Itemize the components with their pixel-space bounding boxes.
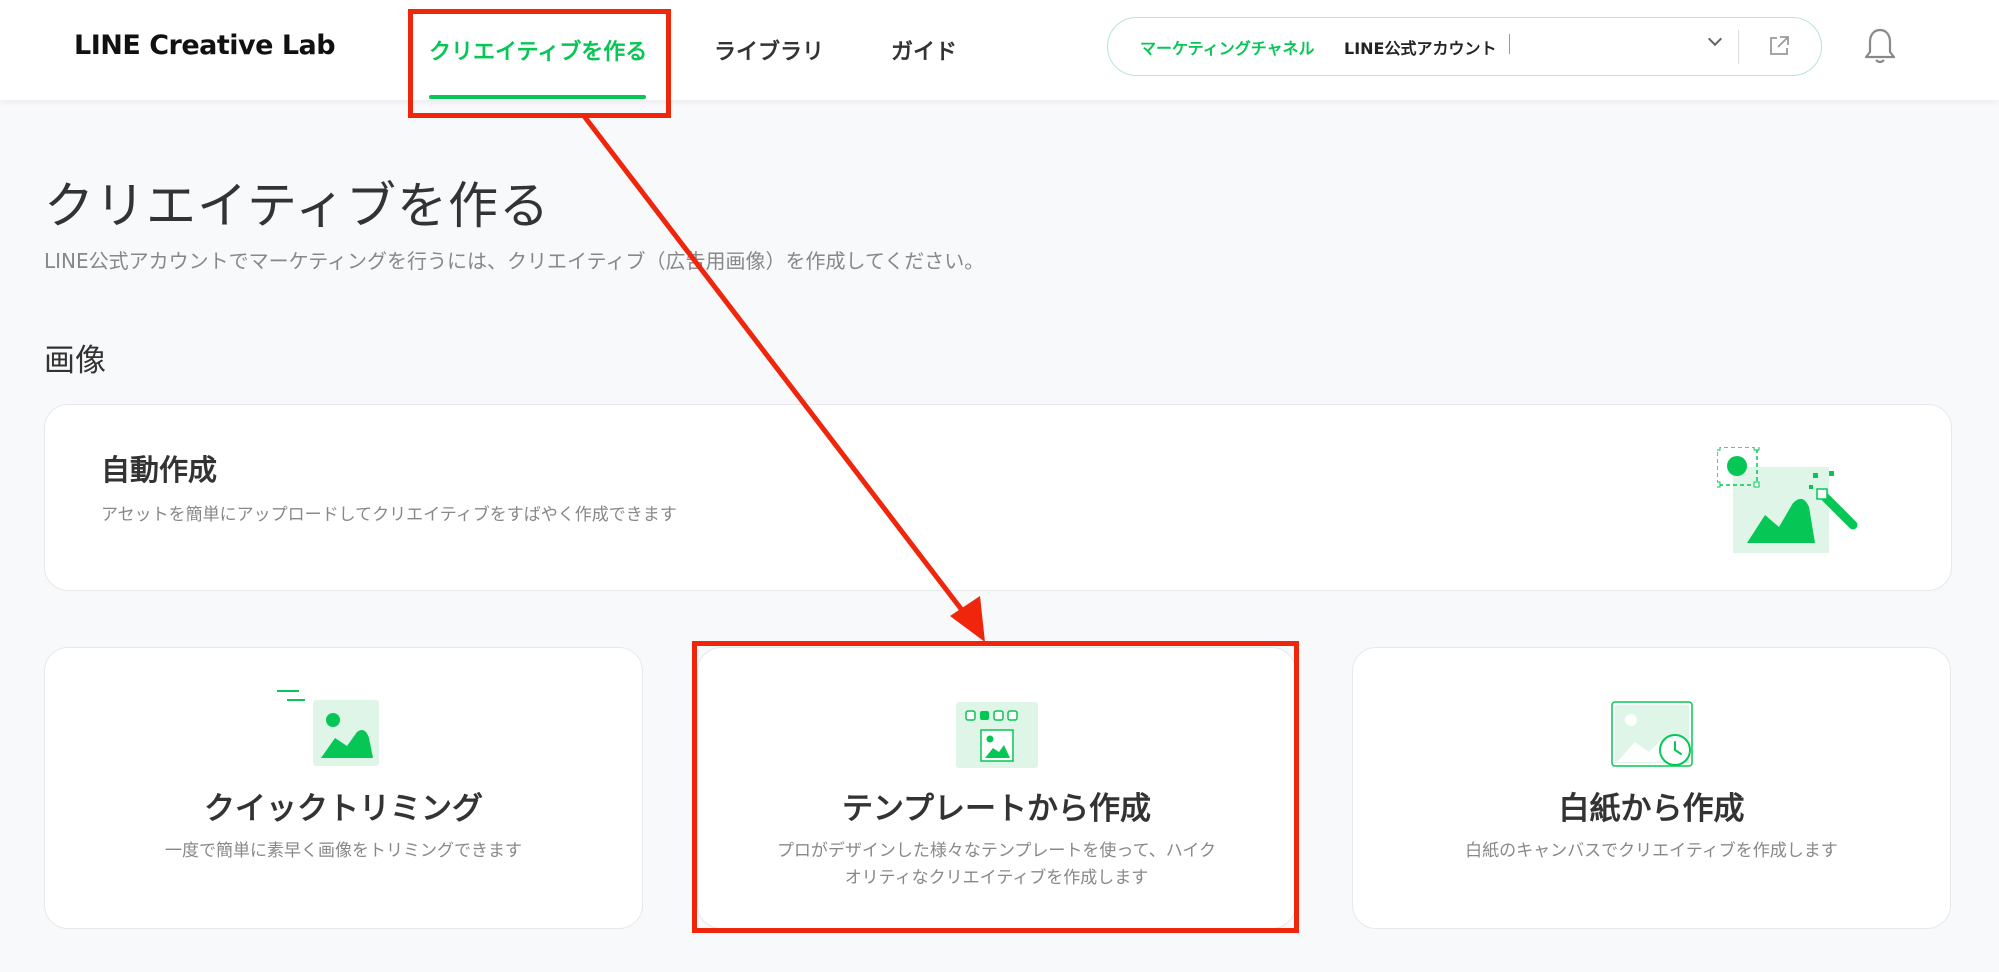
auto-create-desc: アセットを簡単にアップロードしてクリエイティブをすばやく作成できます xyxy=(101,505,677,525)
auto-create-title: 自動作成 xyxy=(101,453,218,487)
blank-canvas-icon xyxy=(1611,701,1693,767)
channel-label: マーケティングチャネル xyxy=(1140,39,1315,58)
quick-trimming-title: クイックトリミング xyxy=(204,791,483,827)
quick-trimming-desc: 一度で簡単に素早く画像をトリミングできます xyxy=(165,841,522,861)
text-caret xyxy=(1509,34,1510,54)
quick-trimming-card[interactable]: クイックトリミング 一度で簡単に素早く画像をトリミングできます xyxy=(44,647,643,929)
blank-canvas-desc: 白紙のキャンバスでクリエイティブを作成します xyxy=(1465,841,1838,861)
top-header: LINE Creative Lab クリエイティブを作る ライブラリ ガイド マ… xyxy=(0,0,1999,100)
channel-value: LINE公式アカウント xyxy=(1344,39,1497,58)
chevron-down-icon[interactable] xyxy=(1707,31,1723,47)
nav-guide[interactable]: ガイド xyxy=(891,34,957,66)
channel-selector[interactable]: マーケティングチャネル LINE公式アカウント xyxy=(1107,17,1822,76)
annotation-box-template xyxy=(692,641,1299,933)
bell-icon[interactable] xyxy=(1862,26,1898,66)
external-link-icon[interactable] xyxy=(1766,33,1792,59)
annotation-box-nav xyxy=(408,9,671,118)
nav-library[interactable]: ライブラリ xyxy=(714,34,824,66)
logo[interactable]: LINE Creative Lab xyxy=(74,30,336,61)
divider xyxy=(1738,30,1739,64)
auto-create-card[interactable]: 自動作成 アセットを簡単にアップロードしてクリエイティブをすばやく作成できます xyxy=(44,404,1952,591)
quick-image-icon xyxy=(277,690,379,766)
page-title: クリエイティブを作る xyxy=(44,177,550,235)
blank-canvas-title: 白紙から作成 xyxy=(1558,791,1745,827)
blank-canvas-card[interactable]: 白紙から作成 白紙のキャンバスでクリエイティブを作成します xyxy=(1352,647,1951,929)
section-title-image: 画像 xyxy=(44,343,106,379)
page-subtitle: LINE公式アカウントでマーケティングを行うには、クリエイティブ（広告用画像）を… xyxy=(44,249,985,273)
magic-image-icon xyxy=(1717,447,1858,553)
